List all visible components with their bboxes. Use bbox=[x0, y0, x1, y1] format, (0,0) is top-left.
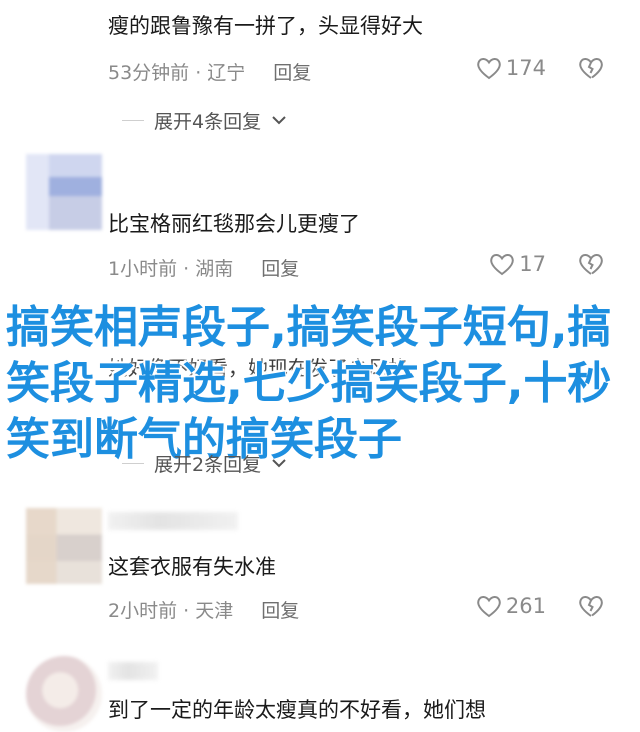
comment-time-location: 2小时前 · 天津 bbox=[108, 600, 234, 622]
expand-label: 展开4条回复 bbox=[154, 111, 262, 133]
like-count: 17 bbox=[519, 252, 546, 276]
like-count: 174 bbox=[505, 56, 546, 80]
expand-replies-button[interactable]: 展开2条回复 bbox=[122, 450, 287, 477]
heart-outline-icon bbox=[476, 594, 502, 618]
comment-meta: 1小时前 · 湖南 回复 bbox=[108, 254, 299, 281]
divider bbox=[122, 120, 144, 121]
broken-heart-icon bbox=[578, 252, 604, 276]
chevron-down-icon bbox=[271, 456, 287, 472]
broken-heart-icon bbox=[578, 56, 604, 80]
like-button[interactable]: 174 bbox=[476, 56, 546, 80]
comment-meta: 2小时前 · 天津 回复 bbox=[108, 596, 299, 623]
username-blurred[interactable] bbox=[108, 512, 238, 530]
reply-button[interactable]: 回复 bbox=[261, 258, 299, 280]
username-blurred[interactable] bbox=[108, 662, 158, 680]
broken-heart-icon bbox=[578, 594, 604, 618]
avatar[interactable] bbox=[26, 656, 102, 732]
avatar[interactable] bbox=[26, 154, 102, 230]
comment-text: 这套衣服有失水准 bbox=[108, 555, 276, 579]
divider bbox=[122, 463, 144, 464]
avatar[interactable] bbox=[26, 508, 102, 584]
like-count: 261 bbox=[505, 594, 546, 618]
like-button[interactable]: 261 bbox=[476, 594, 546, 618]
reply-button[interactable]: 回复 bbox=[273, 62, 311, 84]
comment-text: 比宝格丽红毯那会儿更瘦了 bbox=[108, 212, 360, 236]
comment-time-location: 53分钟前 · 辽宁 bbox=[108, 62, 246, 84]
like-button[interactable]: 17 bbox=[489, 252, 546, 276]
dislike-button[interactable] bbox=[578, 594, 604, 618]
expand-replies-button[interactable]: 展开4条回复 bbox=[122, 107, 287, 134]
comment-time-location: 1小时前 · 湖南 bbox=[108, 258, 234, 280]
overlay-banner-text: 搞笑相声段子,搞笑段子短句,搞笑段子精选,七少搞笑段子,十秒笑到断气的搞笑段子 bbox=[6, 302, 612, 465]
chevron-down-icon bbox=[271, 113, 287, 129]
dislike-button[interactable] bbox=[578, 56, 604, 80]
comment-meta: 53分钟前 · 辽宁 回复 bbox=[108, 58, 311, 85]
heart-outline-icon bbox=[476, 56, 502, 80]
comment-text: 瘦的跟鲁豫有一拼了，头显得好大 bbox=[108, 14, 423, 38]
dislike-button[interactable] bbox=[578, 252, 604, 276]
heart-outline-icon bbox=[489, 252, 515, 276]
comment-text: 到了一定的年龄太瘦真的不好看，她们想 bbox=[108, 698, 486, 722]
reply-button[interactable]: 回复 bbox=[261, 600, 299, 622]
expand-label: 展开2条回复 bbox=[154, 454, 262, 476]
